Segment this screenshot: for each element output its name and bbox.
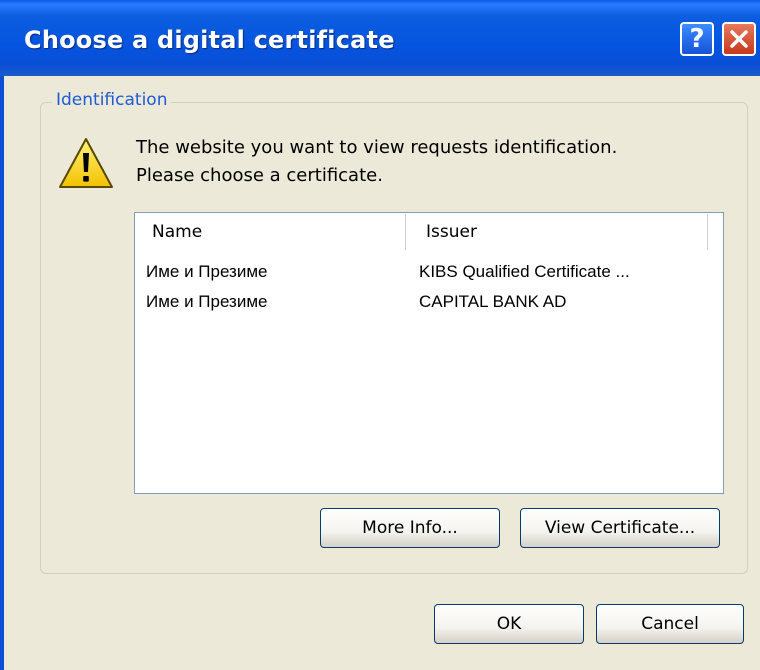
help-button[interactable]: ? bbox=[680, 22, 714, 56]
cancel-button[interactable]: Cancel bbox=[596, 604, 744, 644]
warning-icon bbox=[59, 138, 113, 188]
help-icon: ? bbox=[689, 24, 705, 54]
message-text: The website you want to view requests id… bbox=[136, 134, 617, 190]
group-legend: Identification bbox=[52, 90, 172, 110]
column-header-issuer[interactable]: Issuer bbox=[406, 214, 708, 250]
close-button[interactable] bbox=[722, 22, 756, 56]
cert-issuer: KIBS Qualified Certificate ... bbox=[419, 262, 630, 281]
close-icon bbox=[730, 30, 748, 48]
message-line-1: The website you want to view requests id… bbox=[136, 137, 618, 158]
cert-name: Име и Презиме bbox=[146, 292, 268, 311]
list-item[interactable]: Име и Презиме KIBS Qualified Certificate… bbox=[136, 259, 722, 289]
cert-issuer: CAPITAL BANK AD bbox=[419, 292, 567, 311]
column-header-name[interactable]: Name bbox=[136, 214, 406, 250]
title-bar[interactable]: Choose a digital certificate ? bbox=[0, 0, 760, 76]
more-info-button[interactable]: More Info... bbox=[320, 508, 500, 548]
window-title: Choose a digital certificate bbox=[24, 26, 395, 54]
certificate-list[interactable]: Name Issuer Име и Презиме KIBS Qualified… bbox=[134, 212, 724, 494]
cert-name: Име и Презиме bbox=[146, 262, 268, 281]
list-item[interactable]: Име и Презиме CAPITAL BANK AD bbox=[136, 289, 722, 319]
message-line-2: Please choose a certificate. bbox=[136, 165, 383, 186]
list-header: Name Issuer bbox=[136, 214, 722, 250]
certificate-dialog: Choose a digital certificate ? Identific… bbox=[0, 0, 760, 670]
window-border bbox=[0, 76, 4, 670]
ok-button[interactable]: OK bbox=[434, 604, 584, 644]
view-certificate-button[interactable]: View Certificate... bbox=[520, 508, 720, 548]
